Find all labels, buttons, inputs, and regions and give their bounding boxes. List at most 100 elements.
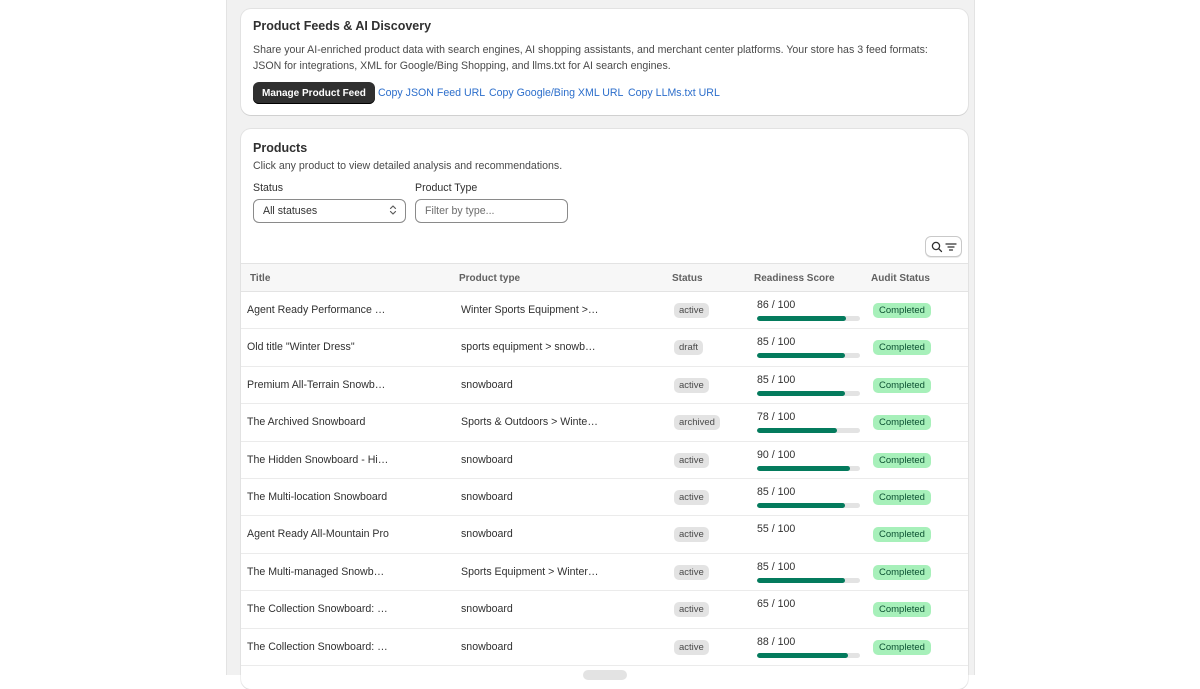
product-type: snowboard bbox=[461, 378, 513, 391]
table-row[interactable]: The Multi-managed Snowboard Sports Equipm… bbox=[241, 554, 968, 592]
status-badge: active bbox=[674, 377, 709, 393]
readiness-progress-fill bbox=[757, 652, 848, 658]
status-badge: active bbox=[674, 527, 709, 543]
feeds-title: Product Feeds & AI Discovery bbox=[253, 19, 432, 33]
product-title[interactable]: The Collection Snowboard: Liquid bbox=[247, 603, 389, 615]
products-title: Products bbox=[253, 141, 308, 155]
app-column: Product Feeds & AI Discovery Share your … bbox=[226, 0, 975, 689]
table-row[interactable]: The Collection Snowboard: Hydrogen snowbo… bbox=[241, 629, 968, 666]
product-type: snowboard bbox=[461, 603, 513, 616]
readiness-progress-fill bbox=[757, 428, 838, 434]
readiness-score-text: 88 / 100 bbox=[757, 635, 796, 648]
products-card: Products Click any product to view detai… bbox=[241, 129, 968, 689]
readiness-progress-bar bbox=[757, 390, 860, 396]
column-audit-status[interactable]: Audit Status bbox=[871, 273, 930, 284]
status-filter-label: Status bbox=[253, 182, 284, 194]
audit-status-badge: Completed bbox=[873, 527, 931, 543]
readiness-score-text: 90 / 100 bbox=[757, 448, 796, 461]
status-badge: active bbox=[674, 452, 709, 468]
product-title[interactable]: Old title "Winter Dress" bbox=[247, 341, 389, 353]
table-row[interactable]: Old title "Winter Dress" sports equipment… bbox=[241, 329, 968, 367]
status-badge: active bbox=[674, 639, 709, 655]
readiness-progress-bar bbox=[757, 428, 860, 434]
audit-status-badge: Completed bbox=[873, 564, 931, 580]
search-icon bbox=[931, 241, 943, 253]
readiness-progress-bar bbox=[757, 316, 860, 321]
readiness-score-text: 85 / 100 bbox=[757, 336, 796, 349]
audit-status-badge: Completed bbox=[873, 602, 931, 618]
product-title[interactable]: Agent Ready Performance Snowboard bbox=[247, 304, 389, 316]
product-title[interactable]: The Multi-location Snowboard bbox=[247, 491, 389, 503]
copy-json-feed-link[interactable]: Copy JSON Feed URL bbox=[378, 87, 485, 99]
audit-status-badge: Completed bbox=[873, 415, 931, 431]
table-row[interactable]: The Archived Snowboard Sports & Outdoors … bbox=[241, 404, 968, 442]
table-row[interactable]: The Hidden Snowboard - Hidden Edition sno… bbox=[241, 442, 968, 479]
table-row[interactable]: The Multi-location Snowboard snowboard act… bbox=[241, 479, 968, 517]
product-title[interactable]: The Archived Snowboard bbox=[247, 416, 389, 428]
readiness-score-text: 55 / 100 bbox=[757, 523, 796, 536]
readiness-progress-bar bbox=[757, 465, 860, 471]
product-type: snowboard bbox=[461, 453, 513, 466]
readiness-progress-bar bbox=[757, 577, 860, 583]
status-badge: active bbox=[674, 303, 709, 318]
product-type: snowboard bbox=[461, 640, 513, 653]
audit-status-badge: Completed bbox=[873, 452, 931, 468]
products-table-header: Title Product type Status Readiness Scor… bbox=[241, 263, 968, 292]
manage-product-feed-button[interactable]: Manage Product Feed bbox=[253, 82, 375, 104]
readiness-progress-bar bbox=[757, 502, 860, 508]
copy-xml-feed-link[interactable]: Copy Google/Bing XML URL bbox=[489, 87, 623, 99]
chevron-up-down-icon bbox=[389, 204, 397, 217]
product-type: snowboard bbox=[461, 528, 513, 541]
column-status[interactable]: Status bbox=[672, 273, 703, 284]
search-filter-button[interactable] bbox=[925, 236, 962, 257]
product-title[interactable]: Agent Ready All-Mountain Pro bbox=[247, 528, 389, 540]
table-row[interactable]: Agent Ready Performance Snowboard Winter … bbox=[241, 292, 968, 330]
readiness-score-text: 86 / 100 bbox=[757, 299, 796, 311]
status-select-value: All statuses bbox=[263, 205, 318, 217]
audit-status-badge: Completed bbox=[873, 340, 931, 356]
readiness-score-text: 85 / 100 bbox=[757, 373, 796, 386]
product-type-filter-input[interactable] bbox=[415, 199, 568, 223]
product-title[interactable]: Premium All-Terrain Snowboard bbox=[247, 379, 389, 391]
table-row[interactable]: The Collection Snowboard: Liquid snowboar… bbox=[241, 591, 968, 629]
product-title[interactable]: The Multi-managed Snowboard bbox=[247, 566, 389, 578]
products-table-body: Agent Ready Performance Snowboard Winter … bbox=[241, 292, 968, 666]
column-title[interactable]: Title bbox=[250, 273, 270, 284]
column-readiness-score[interactable]: Readiness Score bbox=[754, 273, 835, 284]
product-title[interactable]: The Hidden Snowboard - Hidden Edition bbox=[247, 454, 389, 466]
readiness-score-text: 85 / 100 bbox=[757, 485, 796, 498]
feeds-description: Share your AI-enriched product data with… bbox=[253, 44, 928, 72]
readiness-score-text: 85 / 100 bbox=[757, 560, 796, 573]
product-feeds-card: Product Feeds & AI Discovery Share your … bbox=[241, 9, 968, 115]
readiness-progress-bar bbox=[757, 652, 860, 658]
horizontal-scrollbar[interactable] bbox=[583, 670, 627, 680]
table-row[interactable]: Premium All-Terrain Snowboard snowboard ac… bbox=[241, 367, 968, 405]
status-badge: draft bbox=[674, 340, 704, 356]
product-type: Winter Sports Equipment > Snowboards bbox=[461, 304, 599, 316]
readiness-progress-fill bbox=[757, 502, 845, 508]
readiness-progress-fill bbox=[757, 316, 846, 321]
copy-llms-txt-link[interactable]: Copy LLMs.txt URL bbox=[628, 87, 720, 99]
status-badge: active bbox=[674, 602, 709, 618]
readiness-progress-fill bbox=[757, 353, 845, 359]
type-filter-label: Product Type bbox=[415, 182, 478, 194]
status-badge: archived bbox=[674, 415, 720, 431]
column-product-type[interactable]: Product type bbox=[459, 273, 520, 284]
status-badge: active bbox=[674, 489, 709, 505]
audit-status-badge: Completed bbox=[873, 639, 931, 655]
product-type: sports equipment > snowboards bbox=[461, 341, 599, 354]
product-type: snowboard bbox=[461, 490, 513, 503]
product-title[interactable]: The Collection Snowboard: Hydrogen bbox=[247, 641, 389, 653]
status-badge: active bbox=[674, 564, 709, 580]
readiness-progress-fill bbox=[757, 577, 845, 583]
audit-status-badge: Completed bbox=[873, 489, 931, 505]
readiness-progress-fill bbox=[757, 390, 845, 396]
readiness-score-text: 65 / 100 bbox=[757, 598, 796, 611]
readiness-progress-bar bbox=[757, 353, 860, 359]
audit-status-badge: Completed bbox=[873, 303, 931, 318]
readiness-score-text: 78 / 100 bbox=[757, 411, 796, 424]
readiness-progress-fill bbox=[757, 465, 850, 471]
status-select[interactable]: All statuses bbox=[253, 199, 406, 223]
product-type: Sports & Outdoors > Winter Sports bbox=[461, 416, 599, 429]
table-row[interactable]: Agent Ready All-Mountain Pro snowboard act… bbox=[241, 516, 968, 554]
